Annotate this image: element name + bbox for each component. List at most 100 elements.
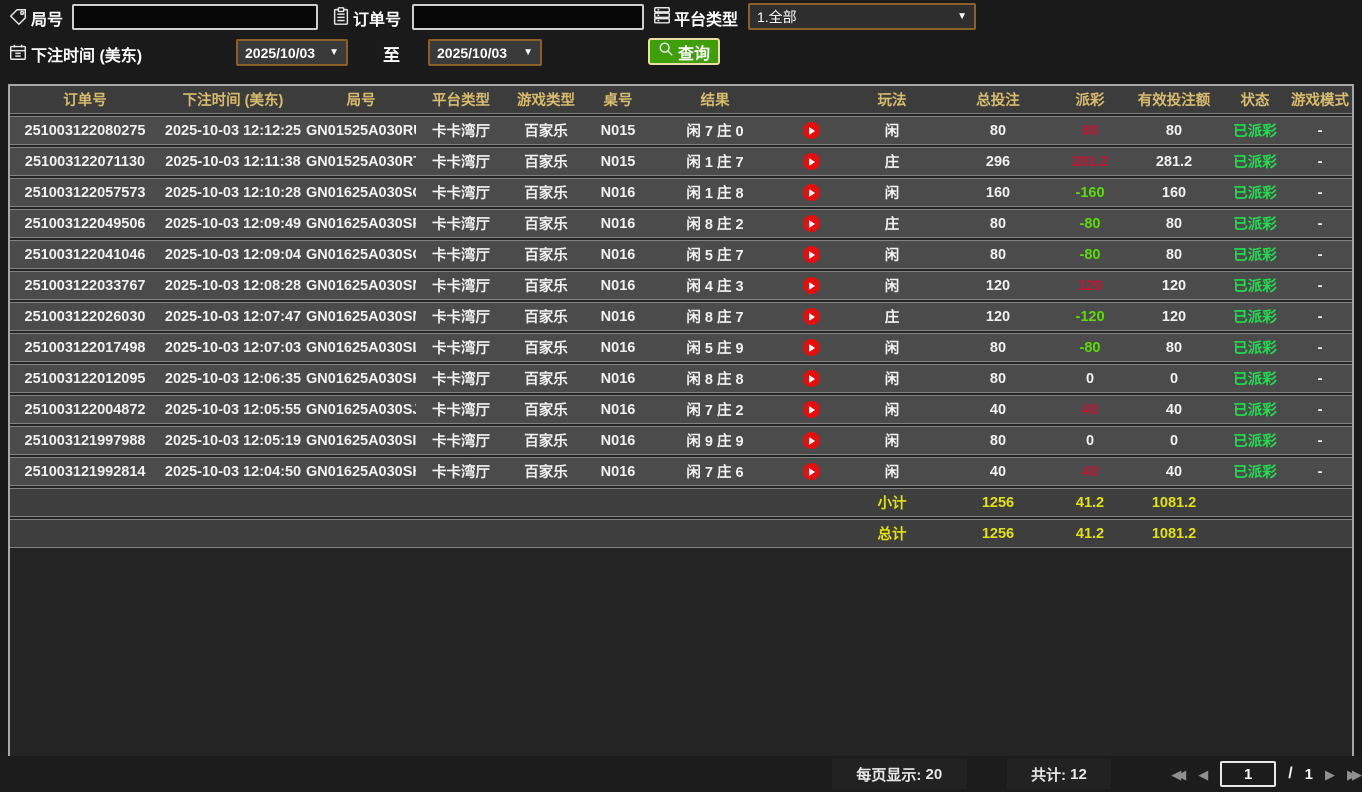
cell-total: 160 (985, 184, 1011, 201)
table-row[interactable]: 251003122057573 2025-10-03 12:10:28 GN0162… (10, 178, 1352, 207)
cell-play_type: 闲 (884, 465, 900, 481)
cell-total: 80 (989, 215, 1007, 232)
cell-table_no: N016 (600, 432, 636, 449)
play-video-icon[interactable] (802, 370, 820, 387)
cell-round: GN01625A030SM (306, 308, 416, 325)
cell-play_type: 闲 (884, 279, 900, 295)
play-video-icon[interactable] (802, 153, 820, 170)
play-video-icon[interactable] (802, 308, 820, 325)
cell-result: 闲 8 庄 8 (686, 372, 744, 388)
first-page-icon[interactable]: ◀◀ (1171, 768, 1186, 781)
play-video-icon[interactable] (802, 215, 820, 232)
table-row[interactable]: 251003121997988 2025-10-03 12:05:19 GN0162… (10, 426, 1352, 455)
cell-table_no: N016 (600, 339, 636, 356)
play-video-icon[interactable] (802, 184, 820, 201)
cell-replay (780, 153, 842, 170)
play-video-icon[interactable] (802, 277, 820, 294)
round-number-input[interactable] (72, 4, 318, 30)
cell-order: 251003121992814 (24, 463, 146, 480)
cell-play_type: 庄 (884, 217, 900, 233)
cell-payout: -80 (1079, 246, 1101, 263)
play-video-icon[interactable] (802, 401, 820, 418)
cell-total: 296 (985, 153, 1011, 170)
sum-label: 总计 (877, 527, 907, 543)
sum-valid: 1081.2 (1151, 494, 1197, 511)
cell-total: 80 (989, 370, 1007, 387)
cell-game: 百家乐 (524, 124, 568, 140)
date-range-to-label: 至 (383, 46, 400, 65)
column-header: 状态 (1240, 93, 1270, 109)
cell-order: 251003122012095 (24, 370, 146, 387)
calendar-icon (8, 42, 28, 67)
per-page-label: 每页显示: (856, 766, 922, 784)
cell-status: 已派彩 (1233, 434, 1277, 450)
cell-status: 已派彩 (1233, 372, 1277, 388)
sum-total: 1256 (981, 494, 1015, 511)
cell-mode: - (1317, 463, 1323, 480)
table-row[interactable]: 251003122049506 2025-10-03 12:09:49 GN0162… (10, 209, 1352, 238)
column-header: 桌号 (603, 93, 633, 109)
column-header: 平台类型 (432, 93, 490, 109)
query-button[interactable]: 查询 (648, 38, 721, 65)
table-row[interactable]: 251003122004872 2025-10-03 12:05:55 GN0162… (10, 395, 1352, 424)
play-video-icon[interactable] (802, 339, 820, 356)
play-video-icon[interactable] (802, 463, 820, 480)
cell-game: 百家乐 (524, 465, 568, 481)
column-header: 订单号 (63, 93, 107, 109)
table-row[interactable]: 251003122041046 2025-10-03 12:09:04 GN0162… (10, 240, 1352, 269)
cell-total: 120 (985, 277, 1011, 294)
cell-replay (780, 432, 842, 449)
table-row[interactable]: 251003122026030 2025-10-03 12:07:47 GN0162… (10, 302, 1352, 331)
clipboard-icon (331, 6, 351, 31)
cell-payout: 0 (1085, 432, 1095, 449)
cell-order: 251003122041046 (24, 246, 146, 263)
next-page-icon[interactable]: ▶ (1325, 768, 1335, 781)
cell-game: 百家乐 (524, 403, 568, 419)
play-video-icon[interactable] (802, 246, 820, 263)
cell-mode: - (1317, 432, 1323, 449)
cell-play_type: 闲 (884, 248, 900, 264)
cell-result: 闲 1 庄 8 (686, 186, 744, 202)
date-from-value: 2025/10/03 (245, 44, 316, 61)
sum-label: 小计 (877, 496, 907, 512)
per-page-value: 20 (925, 765, 943, 783)
table-row[interactable]: 251003122080275 2025-10-03 12:12:25 GN0152… (10, 116, 1352, 145)
cell-game: 百家乐 (524, 279, 568, 295)
cell-round: GN01625A030SK (306, 370, 416, 387)
date-from-picker[interactable]: 2025/10/03 ▼ (236, 39, 348, 66)
cell-order: 251003122080275 (24, 122, 146, 139)
order-number-input[interactable] (412, 4, 644, 30)
cell-payout: -160 (1075, 184, 1105, 201)
cell-platform: 卡卡湾厅 (432, 217, 490, 233)
table-row[interactable]: 251003122012095 2025-10-03 12:06:35 GN0162… (10, 364, 1352, 393)
cell-status: 已派彩 (1233, 155, 1277, 171)
platform-type-select[interactable]: 1.全部 ▼ (748, 3, 976, 30)
table-row[interactable]: 251003122071130 2025-10-03 12:11:38 GN0152… (10, 147, 1352, 176)
cell-result: 闲 8 庄 7 (686, 310, 744, 326)
cell-time: 2025-10-03 12:08:28 (164, 277, 302, 294)
last-page-icon[interactable]: ▶▶ (1347, 768, 1362, 781)
cell-mode: - (1317, 401, 1323, 418)
cell-replay (780, 246, 842, 263)
cell-round: GN01625A030SJ (306, 401, 416, 418)
cell-replay (780, 401, 842, 418)
cell-order: 251003122049506 (24, 215, 146, 232)
prev-page-icon[interactable]: ◀ (1198, 768, 1208, 781)
cell-play_type: 闲 (884, 403, 900, 419)
table-row[interactable]: 251003122033767 2025-10-03 12:08:28 GN0162… (10, 271, 1352, 300)
page-number-input[interactable] (1220, 761, 1277, 787)
cell-total: 40 (989, 401, 1007, 418)
table-row[interactable]: 251003121992814 2025-10-03 12:04:50 GN0162… (10, 457, 1352, 486)
cell-time: 2025-10-03 12:09:04 (164, 246, 302, 263)
cell-result: 闲 5 庄 7 (686, 248, 744, 264)
total-count-value: 12 (1070, 765, 1087, 783)
cell-game: 百家乐 (524, 434, 568, 450)
cell-order: 251003121997988 (24, 432, 146, 449)
table-row[interactable]: 251003122017498 2025-10-03 12:07:03 GN0162… (10, 333, 1352, 362)
cell-table_no: N016 (600, 184, 636, 201)
date-to-picker[interactable]: 2025/10/03 ▼ (428, 39, 542, 66)
cell-payout: -80 (1079, 215, 1101, 232)
play-video-icon[interactable] (802, 432, 820, 449)
play-video-icon[interactable] (802, 122, 820, 139)
cell-round: GN01525A030RT (306, 153, 416, 170)
